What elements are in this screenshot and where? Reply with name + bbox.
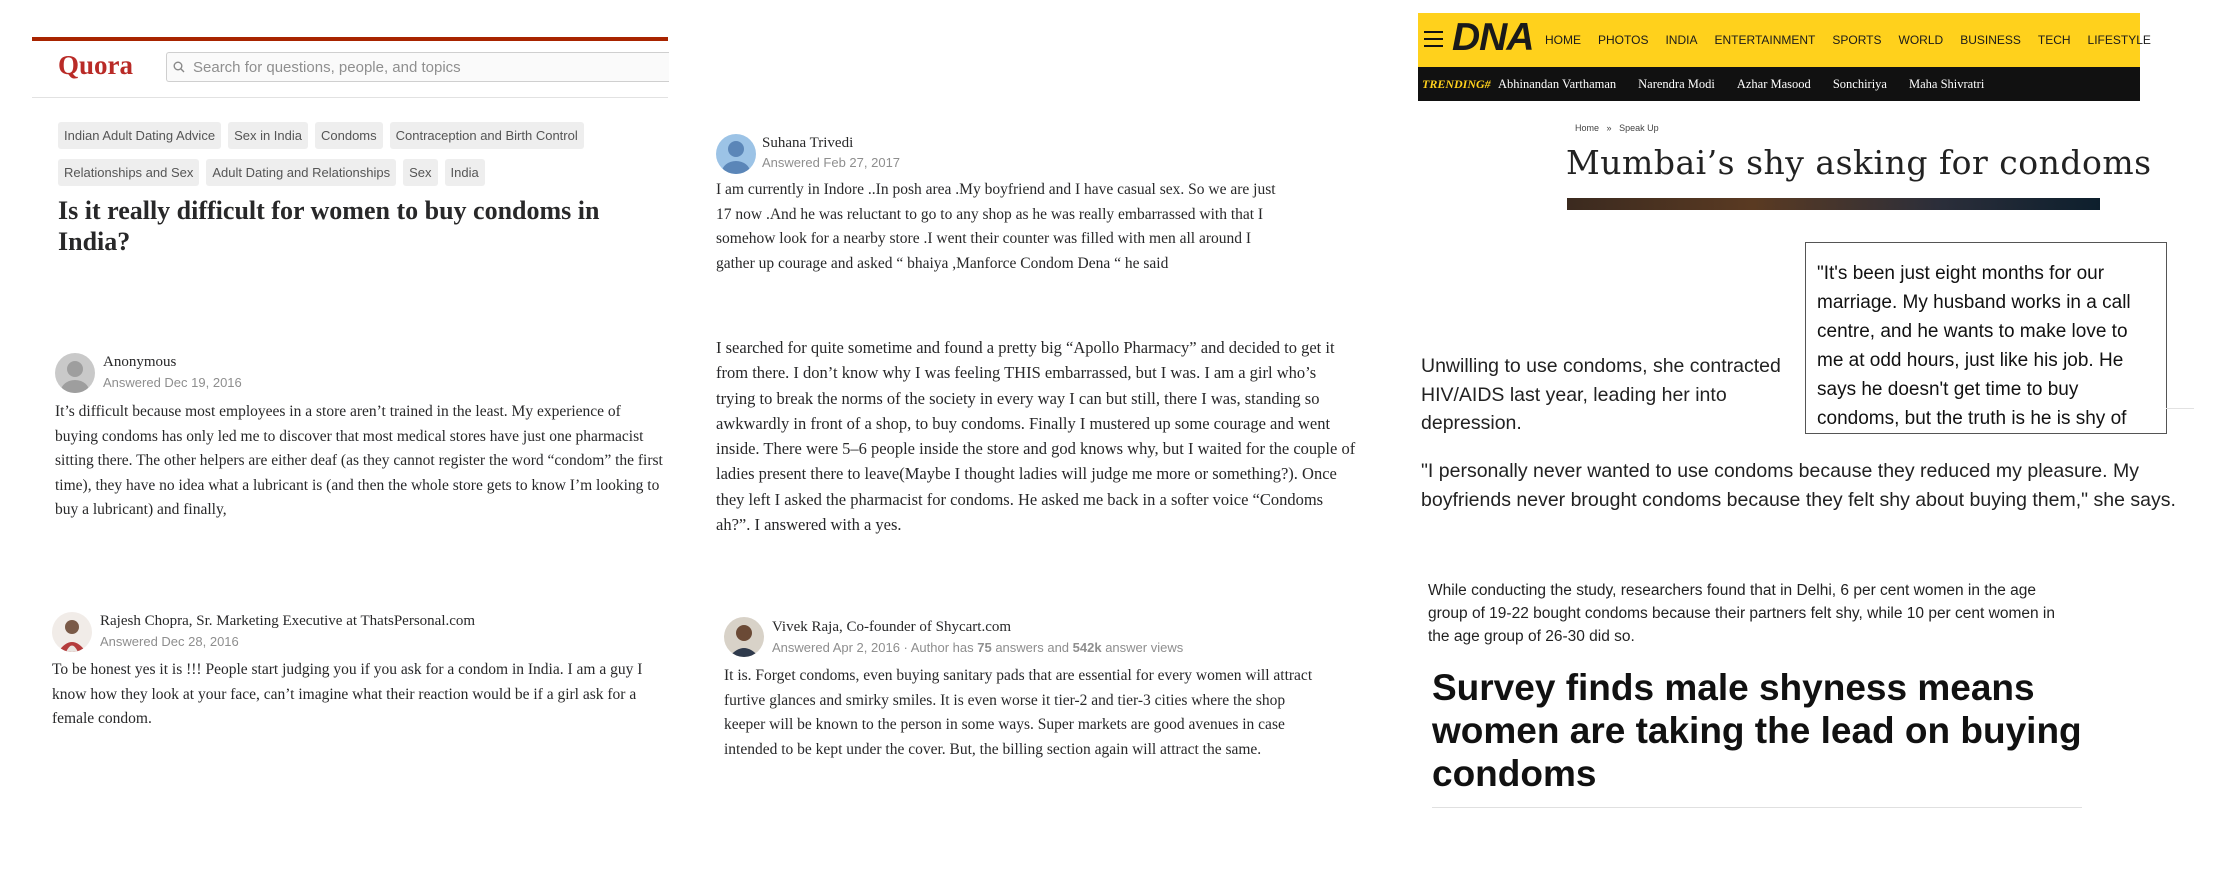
nav-item-world[interactable]: WORLD	[1899, 33, 1944, 47]
answer-text: I am currently in Indore ..In posh area …	[716, 181, 1276, 272]
answer-text: To be honest yes it is !!! People start …	[52, 661, 643, 727]
trending-list: Abhinandan Varthaman Narendra Modi Azhar M…	[1498, 77, 2006, 92]
views-label: answer views	[1101, 640, 1184, 655]
answer-author[interactable]: Suhana Trivedi	[762, 135, 853, 152]
pull-quote-box: "It's been just eight months for our mar…	[1805, 242, 2167, 434]
article-subheadline: Survey finds male shyness means women ar…	[1432, 667, 2082, 794]
trending-item[interactable]: Abhinandan Varthaman	[1498, 77, 1616, 91]
nav-item-sports[interactable]: SPORTS	[1832, 33, 1881, 47]
nav-item-india[interactable]: INDIA	[1665, 33, 1697, 47]
answer-date[interactable]: Answered Dec 19, 2016	[103, 375, 242, 390]
trending-bar: TRENDING# Abhinandan Varthaman Narendra M…	[1418, 67, 2140, 101]
topic-list: Indian Adult Dating Advice Sex in India Co…	[58, 122, 658, 196]
answer-author[interactable]: Vivek Raja, Co-founder of Shycart.com	[772, 619, 1011, 636]
breadcrumb-separator: »	[1606, 123, 1612, 133]
topic-tag[interactable]: Relationships and Sex	[58, 159, 200, 186]
topic-tag[interactable]: Adult Dating and Relationships	[206, 159, 397, 186]
avatar[interactable]	[716, 134, 756, 174]
quora-logo[interactable]: Quora	[58, 50, 133, 81]
search-icon	[173, 61, 185, 73]
topic-tag[interactable]: Sex	[403, 159, 438, 186]
answer-date[interactable]: Answered Apr 2, 2016	[772, 640, 900, 655]
question-title[interactable]: Is it really difficult for women to buy …	[58, 195, 658, 257]
user-photo-icon	[724, 617, 764, 657]
topic-tag[interactable]: India	[444, 159, 485, 186]
trending-item[interactable]: Azhar Masood	[1737, 77, 1811, 91]
meta-prefix: · Author has	[899, 640, 978, 655]
breadcrumb-section[interactable]: Speak Up	[1619, 123, 1659, 133]
trending-item[interactable]: Narendra Modi	[1638, 77, 1715, 91]
quora-search-box[interactable]	[166, 52, 669, 82]
dna-nav: HOME PHOTOS INDIA ENTERTAINMENT SPORTS WORLD B…	[1545, 33, 2168, 47]
trending-item[interactable]: Maha Shivratri	[1909, 77, 1984, 91]
hamburger-menu-icon[interactable]	[1424, 31, 1443, 52]
answer-continuation-text: I searched for quite sometime and found …	[716, 338, 1356, 535]
search-input[interactable]	[191, 55, 665, 79]
answer-date[interactable]: Answered Dec 28, 2016	[100, 634, 239, 649]
avatar[interactable]	[724, 617, 764, 657]
nav-item-photos[interactable]: PHOTOS	[1598, 33, 1648, 47]
nav-item-entertainment[interactable]: ENTERTAINMENT	[1714, 33, 1815, 47]
article-paragraph: While conducting the study, researchers …	[1428, 582, 2055, 645]
topic-tag[interactable]: Indian Adult Dating Advice	[58, 122, 222, 149]
dna-logo[interactable]: DNA	[1452, 16, 1534, 60]
article-paragraph: "I personally never wanted to use condom…	[1421, 460, 2176, 511]
answers-label: answers and	[991, 640, 1073, 655]
breadcrumb: Home » Speak Up	[1575, 123, 1659, 133]
article-image-strip	[1567, 198, 2100, 210]
pull-quote-text: "It's been just eight months for our mar…	[1817, 263, 2131, 429]
avatar[interactable]	[55, 353, 95, 393]
nav-item-home[interactable]: HOME	[1545, 33, 1581, 47]
user-photo-icon	[52, 612, 92, 652]
trending-label: TRENDING#	[1422, 77, 1491, 91]
topic-tag[interactable]: Contraception and Birth Control	[389, 122, 584, 149]
topic-tag[interactable]: Condoms	[315, 122, 383, 149]
answers-count: 75	[977, 640, 992, 655]
anonymous-avatar-icon	[55, 353, 95, 393]
divider	[1432, 807, 2082, 808]
user-photo-icon	[716, 134, 756, 174]
topic-tag[interactable]: Sex in India	[228, 122, 308, 149]
answer-date[interactable]: Answered Feb 27, 2017	[762, 155, 900, 170]
answer-text: It’s difficult because most employees in…	[55, 403, 663, 518]
article-paragraph: Unwilling to use condoms, she contracted…	[1421, 355, 1781, 434]
nav-item-tech[interactable]: TECH	[2038, 33, 2071, 47]
answer-text: It is. Forget condoms, even buying sanit…	[724, 667, 1313, 758]
avatar[interactable]	[52, 612, 92, 652]
views-count: 542k	[1072, 640, 1102, 655]
trending-item[interactable]: Sonchiriya	[1833, 77, 1887, 91]
nav-item-lifestyle[interactable]: LIFESTYLE	[2088, 33, 2151, 47]
divider	[2166, 408, 2194, 409]
nav-item-business[interactable]: BUSINESS	[1960, 33, 2021, 47]
answer-author[interactable]: Rajesh Chopra, Sr. Marketing Executive a…	[100, 613, 475, 630]
answer-author[interactable]: Anonymous	[103, 354, 176, 371]
answer-meta: Answered Apr 2, 2016 · Author has 75 ans…	[772, 640, 1183, 655]
article-headline: Mumbai’s shy asking for condoms	[1566, 143, 2152, 182]
breadcrumb-home[interactable]: Home	[1575, 123, 1599, 133]
